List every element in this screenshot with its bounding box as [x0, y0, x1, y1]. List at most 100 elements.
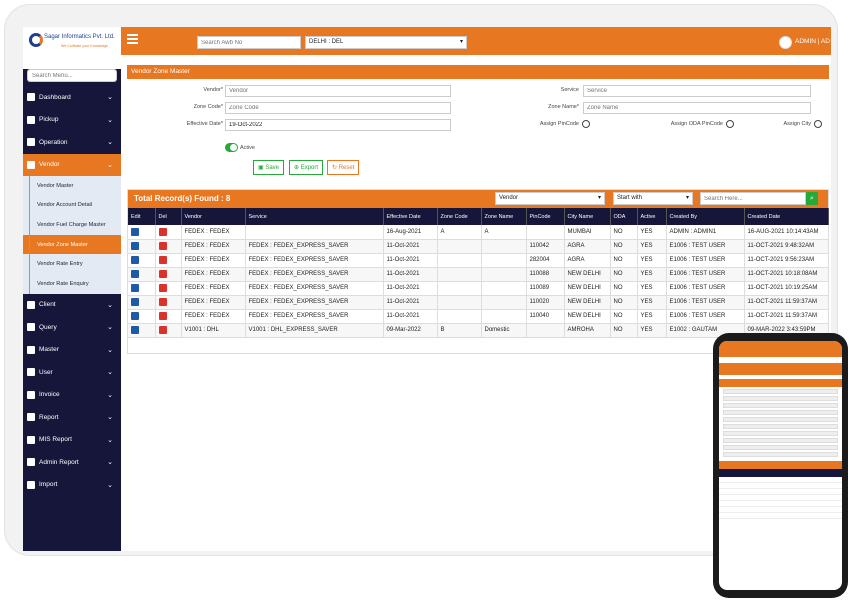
delete-icon[interactable] — [158, 227, 167, 236]
mobile-field — [723, 417, 838, 422]
effective-date-input[interactable] — [225, 119, 451, 131]
filter-field-select[interactable]: Vendor ▾ — [495, 192, 605, 205]
assign-oda-label: Assign ODA PinCode — [670, 121, 723, 127]
search-icon[interactable]: ⌕ — [806, 192, 818, 205]
column-header[interactable]: Zone Name — [481, 208, 527, 225]
logo-icon — [29, 33, 43, 47]
form-title: Vendor Zone Master — [127, 65, 829, 79]
delete-icon[interactable] — [158, 326, 167, 334]
column-header[interactable]: PinCode — [526, 208, 565, 225]
edit-icon[interactable] — [131, 227, 139, 236]
sidebar-subitem-vendor-zone-master[interactable]: Vendor Zone Master — [23, 234, 121, 255]
vendor-submenu: Vendor Master Vendor Account Detail Vend… — [23, 176, 121, 294]
delete-icon[interactable] — [158, 312, 167, 320]
sidebar-item-admin-report[interactable]: Admin Report ⌄ — [23, 451, 121, 474]
table-cell: YES — [637, 267, 667, 282]
assign-city-label: Assign City — [783, 121, 811, 127]
table-cell — [437, 309, 482, 324]
table-row: FEDEX : FEDEX FEDEX : FEDEX_EXPRESS_SAVER… — [128, 309, 829, 324]
table-cell: NO — [610, 281, 638, 296]
column-header[interactable]: Active — [637, 208, 667, 225]
column-header[interactable]: Zone Code — [437, 208, 482, 225]
table-cell — [526, 225, 565, 240]
column-header[interactable]: Edit — [128, 208, 156, 225]
sidebar-item-invoice[interactable]: Invoice ⌄ — [23, 384, 121, 407]
table-cell: NO — [610, 239, 638, 254]
hamburger-icon[interactable] — [127, 34, 138, 45]
sidebar-item-master[interactable]: Master ⌄ — [23, 339, 121, 362]
sidebar-subitem-vendor-fuel-charge-master[interactable]: Vendor Fuel Charge Master — [23, 215, 121, 235]
sidebar-item-report[interactable]: Report ⌄ — [23, 406, 121, 429]
active-toggle[interactable] — [225, 143, 238, 152]
avatar[interactable] — [779, 36, 792, 49]
table-cell: NO — [610, 323, 638, 338]
table-cell: FEDEX : FEDEX — [181, 281, 246, 296]
records-search-input[interactable] — [700, 192, 806, 205]
zone-name-input[interactable] — [583, 102, 811, 114]
sidebar-item-query[interactable]: Query ⌄ — [23, 316, 121, 339]
column-header[interactable]: City Name — [564, 208, 611, 225]
menu-search-input[interactable] — [27, 69, 117, 82]
column-header[interactable]: Created By — [666, 208, 745, 225]
column-header[interactable]: Effective Date — [383, 208, 438, 225]
delete-icon[interactable] — [158, 298, 167, 306]
sidebar-item-operation[interactable]: Operation ⌄ — [23, 131, 121, 154]
edit-icon[interactable] — [131, 284, 139, 292]
sidebar-item-user[interactable]: User ⌄ — [23, 361, 121, 384]
filter-mode-select[interactable]: Start with ▾ — [613, 192, 693, 205]
export-button[interactable]: ⊕ Export — [289, 160, 324, 175]
sidebar-item-pickup[interactable]: Pickup ⌄ — [23, 109, 121, 132]
zone-code-input[interactable] — [225, 102, 451, 114]
sidebar-subitem-vendor-rate-enquiry[interactable]: Vendor Rate Enquiry — [23, 273, 121, 294]
sidebar-subitem-vendor-rate-entry[interactable]: Vendor Rate Entry — [23, 254, 121, 274]
table-cell: 11-Oct-2021 — [383, 281, 438, 296]
sidebar-item-client[interactable]: Client ⌄ — [23, 294, 121, 317]
table-cell: 11-Oct-2021 — [383, 309, 438, 324]
delete-icon[interactable] — [158, 284, 167, 292]
table-cell: 11-Oct-2021 — [383, 267, 438, 282]
edit-icon[interactable] — [131, 242, 139, 250]
table-cell: YES — [637, 295, 667, 310]
sidebar-item-vendor[interactable]: Vendor ⌄ — [23, 153, 121, 176]
vendor-input[interactable] — [225, 85, 451, 97]
assign-oda-radio[interactable] — [726, 120, 734, 128]
assign-pincode-radio[interactable] — [582, 120, 590, 128]
delete-icon[interactable] — [158, 256, 167, 264]
chevron-down-icon: ⌄ — [107, 116, 113, 124]
service-input[interactable] — [583, 85, 811, 97]
delete-icon[interactable] — [158, 270, 167, 278]
column-header[interactable]: Vendor — [181, 208, 246, 225]
table-cell — [437, 281, 482, 296]
reset-button[interactable]: ↻ Reset — [327, 160, 360, 175]
table-cell: 11-OCT-2021 10:19:25AM — [744, 281, 829, 296]
column-header[interactable]: Created Date — [744, 208, 829, 225]
table-cell: FEDEX : FEDEX — [181, 253, 246, 268]
user-name[interactable]: ADMIN | AD — [795, 38, 830, 45]
table-cell: E1006 : TEST USER — [666, 295, 745, 310]
column-header[interactable]: ODA — [610, 208, 638, 225]
column-header[interactable]: Service — [245, 208, 384, 225]
edit-icon[interactable] — [131, 256, 139, 264]
sidebar-subitem-vendor-master[interactable]: Vendor Master — [23, 176, 121, 196]
chevron-down-icon: ⌄ — [107, 346, 113, 354]
mobile-field — [723, 424, 838, 429]
edit-icon[interactable] — [131, 298, 139, 306]
assign-city-radio[interactable] — [814, 120, 822, 128]
edit-icon[interactable] — [131, 326, 139, 334]
save-button[interactable]: ▣ Save — [253, 160, 285, 175]
sidebar-item-import[interactable]: Import ⌄ — [23, 474, 121, 497]
column-header[interactable]: Del — [155, 208, 182, 225]
edit-icon[interactable] — [131, 312, 139, 320]
delete-icon[interactable] — [158, 242, 167, 250]
import-icon — [27, 480, 35, 489]
awb-search-input[interactable] — [197, 36, 301, 49]
edit-icon[interactable] — [131, 270, 139, 278]
sidebar-item-dashboard[interactable]: Dashboard ⌄ — [23, 86, 121, 109]
branch-select[interactable]: DELHI : DEL ▾ — [305, 36, 467, 49]
mobile-field — [723, 403, 838, 408]
delete-cell — [155, 309, 182, 324]
table-cell — [437, 295, 482, 310]
sidebar-item-mis-report[interactable]: MIS Report ⌄ — [23, 429, 121, 452]
chevron-down-icon: ⌄ — [107, 391, 113, 399]
sidebar-subitem-vendor-account-detail[interactable]: Vendor Account Detail — [23, 195, 121, 216]
